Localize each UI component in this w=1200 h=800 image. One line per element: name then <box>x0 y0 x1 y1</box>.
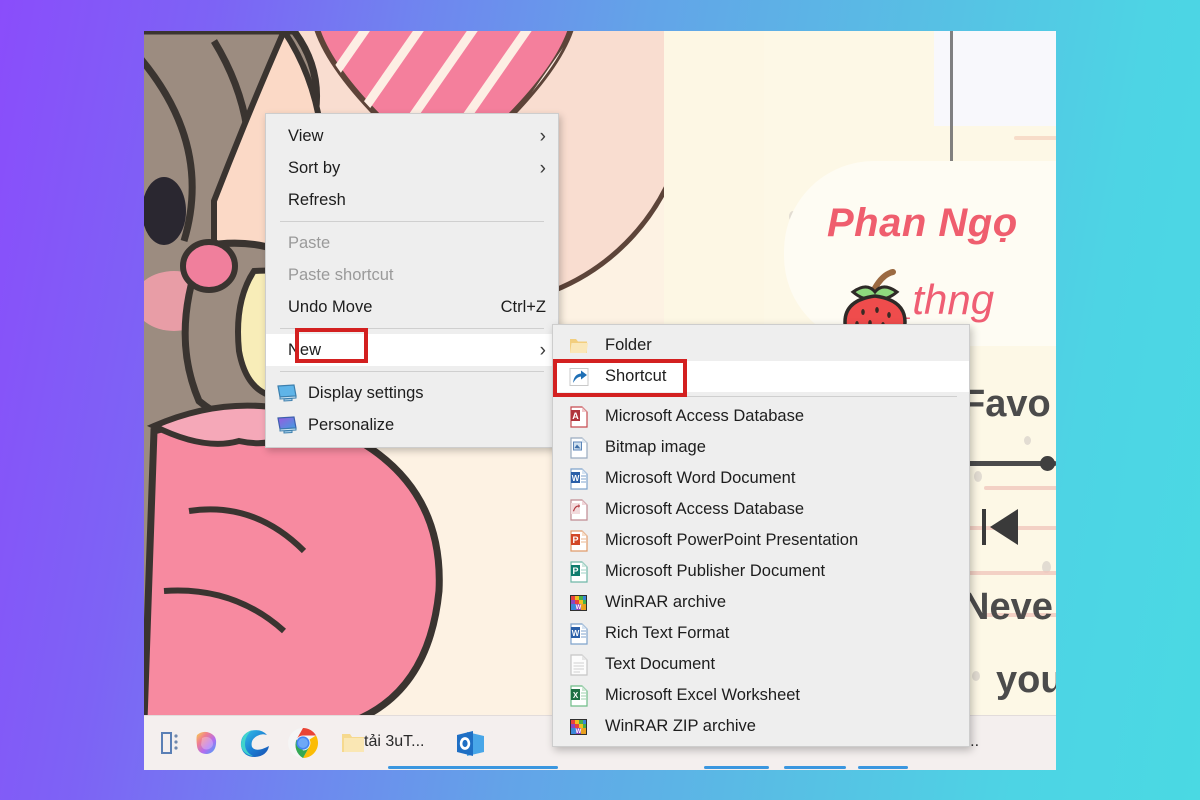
svg-text:W: W <box>576 605 582 611</box>
submenu-label: WinRAR ZIP archive <box>605 717 756 735</box>
context-menu-label: Undo Move <box>288 297 373 316</box>
submenu-label: Folder <box>605 336 652 354</box>
wallpaper-never-text: Neve <box>962 586 1053 628</box>
submenu-label: Text Document <box>605 655 716 673</box>
submenu-label: Shortcut <box>605 367 667 385</box>
edge-icon <box>240 730 269 757</box>
screenshot-frame: Phan Ngọ _thng Favo Neve you tải 3uT... … <box>144 31 1056 770</box>
new-submenu[interactable]: Folder Shortcut A Microsoft Access Datab… <box>552 324 970 747</box>
taskbar-item-edge[interactable] <box>234 722 276 764</box>
publisher-icon: P <box>565 560 593 584</box>
taskbar-item-outlook[interactable] <box>449 722 491 764</box>
context-menu-item-display-settings[interactable]: Display settings <box>266 377 558 409</box>
submenu-label: Rich Text Format <box>605 624 730 642</box>
menu-separator <box>280 328 544 329</box>
context-menu-accelerator: Ctrl+Z <box>500 297 546 316</box>
wallpaper-slider-knob <box>1040 456 1055 471</box>
context-menu-label: Refresh <box>288 190 346 209</box>
access-project-icon <box>565 498 593 522</box>
context-menu-label: New <box>288 340 322 359</box>
text-document-icon <box>565 653 593 677</box>
rich-text-icon: W <box>565 622 593 646</box>
submenu-label: Bitmap image <box>605 438 706 456</box>
context-menu-item-paste-shortcut: Paste shortcut <box>266 259 558 291</box>
submenu-item-powerpoint[interactable]: P Microsoft PowerPoint Presentation <box>553 525 969 556</box>
submenu-item-winrar-zip-archive[interactable]: W WinRAR ZIP archive <box>553 711 969 742</box>
submenu-item-access-database[interactable]: A Microsoft Access Database <box>553 401 969 432</box>
desktop-context-menu[interactable]: View › Sort by › Refresh Paste Paste sho… <box>265 113 559 448</box>
svg-text:W: W <box>572 629 580 638</box>
submenu-label: Microsoft PowerPoint Presentation <box>605 531 859 549</box>
submenu-separator <box>565 396 957 397</box>
context-menu-item-paste: Paste <box>266 227 558 259</box>
svg-text:P: P <box>572 535 578 545</box>
bitmap-image-icon <box>565 436 593 460</box>
chevron-right-icon: › <box>539 125 546 147</box>
context-menu-item-view[interactable]: View › <box>266 120 558 152</box>
submenu-label: WinRAR archive <box>605 593 727 611</box>
excel-worksheet-icon: X <box>565 684 593 708</box>
taskbar-indicator <box>858 766 908 769</box>
wallpaper-favorite-text: Favo <box>962 383 1051 425</box>
svg-text:A: A <box>572 411 579 421</box>
submenu-item-bitmap-image[interactable]: Bitmap image <box>553 432 969 463</box>
submenu-item-rich-text-format[interactable]: W Rich Text Format <box>553 618 969 649</box>
copilot-icon <box>196 731 217 754</box>
outlook-icon <box>457 731 484 756</box>
svg-text:W: W <box>576 729 582 735</box>
context-menu-label: Sort by <box>288 158 341 177</box>
submenu-label: Microsoft Excel Worksheet <box>605 686 801 704</box>
menu-separator <box>280 221 544 222</box>
context-menu-label: Paste shortcut <box>288 265 394 284</box>
taskbar-folder-label: tải 3uT... <box>364 733 425 750</box>
context-menu-label: Paste <box>288 233 331 252</box>
submenu-item-text-document[interactable]: Text Document <box>553 649 969 680</box>
context-menu-label: Personalize <box>308 415 395 434</box>
submenu-item-folder[interactable]: Folder <box>553 330 969 361</box>
winrar-zip-icon: W <box>565 715 593 739</box>
widgets-icon <box>161 732 178 754</box>
submenu-item-excel-worksheet[interactable]: X Microsoft Excel Worksheet <box>553 680 969 711</box>
wallpaper-name-text: Phan Ngọ <box>827 201 1018 245</box>
submenu-item-winrar-archive[interactable]: W WinRAR archive <box>553 587 969 618</box>
wallpaper-you-text: you <box>996 659 1056 701</box>
context-menu-label: View <box>288 126 324 145</box>
folder-icon <box>565 334 593 358</box>
svg-text:P: P <box>572 566 578 576</box>
shortcut-icon <box>565 365 593 389</box>
submenu-label: Microsoft Publisher Document <box>605 562 826 580</box>
personalize-icon <box>274 414 300 436</box>
previous-track-icon <box>982 509 1018 545</box>
access-database-icon: A <box>565 405 593 429</box>
context-menu-label: Display settings <box>308 383 424 402</box>
submenu-label: Microsoft Word Document <box>605 469 796 487</box>
submenu-label: Microsoft Access Database <box>605 407 804 425</box>
display-settings-icon <box>274 382 300 404</box>
submenu-item-publisher[interactable]: P Microsoft Publisher Document <box>553 556 969 587</box>
taskbar-item-chrome[interactable] <box>282 722 324 764</box>
svg-text:W: W <box>572 474 580 483</box>
svg-text:X: X <box>573 691 579 700</box>
taskbar-indicator <box>388 766 558 769</box>
winrar-archive-icon: W <box>565 591 593 615</box>
submenu-item-word-document[interactable]: W Microsoft Word Document <box>553 463 969 494</box>
context-menu-item-sort-by[interactable]: Sort by › <box>266 152 558 184</box>
menu-separator <box>280 371 544 372</box>
chrome-icon <box>288 728 319 758</box>
taskbar-indicator <box>784 766 846 769</box>
context-menu-item-personalize[interactable]: Personalize <box>266 409 558 441</box>
submenu-label: Microsoft Access Database <box>605 500 804 518</box>
taskbar-indicator <box>704 766 769 769</box>
context-menu-item-refresh[interactable]: Refresh <box>266 184 558 216</box>
context-menu-item-undo-move[interactable]: Undo Move Ctrl+Z <box>266 291 558 323</box>
chevron-right-icon: › <box>539 339 546 361</box>
submenu-item-shortcut[interactable]: Shortcut <box>553 361 969 392</box>
context-menu-item-new[interactable]: New › <box>266 334 558 366</box>
powerpoint-icon: P <box>565 529 593 553</box>
chevron-right-icon: › <box>539 157 546 179</box>
word-document-icon: W <box>565 467 593 491</box>
submenu-item-access-project[interactable]: Microsoft Access Database <box>553 494 969 525</box>
taskbar-item-copilot[interactable] <box>186 722 228 764</box>
